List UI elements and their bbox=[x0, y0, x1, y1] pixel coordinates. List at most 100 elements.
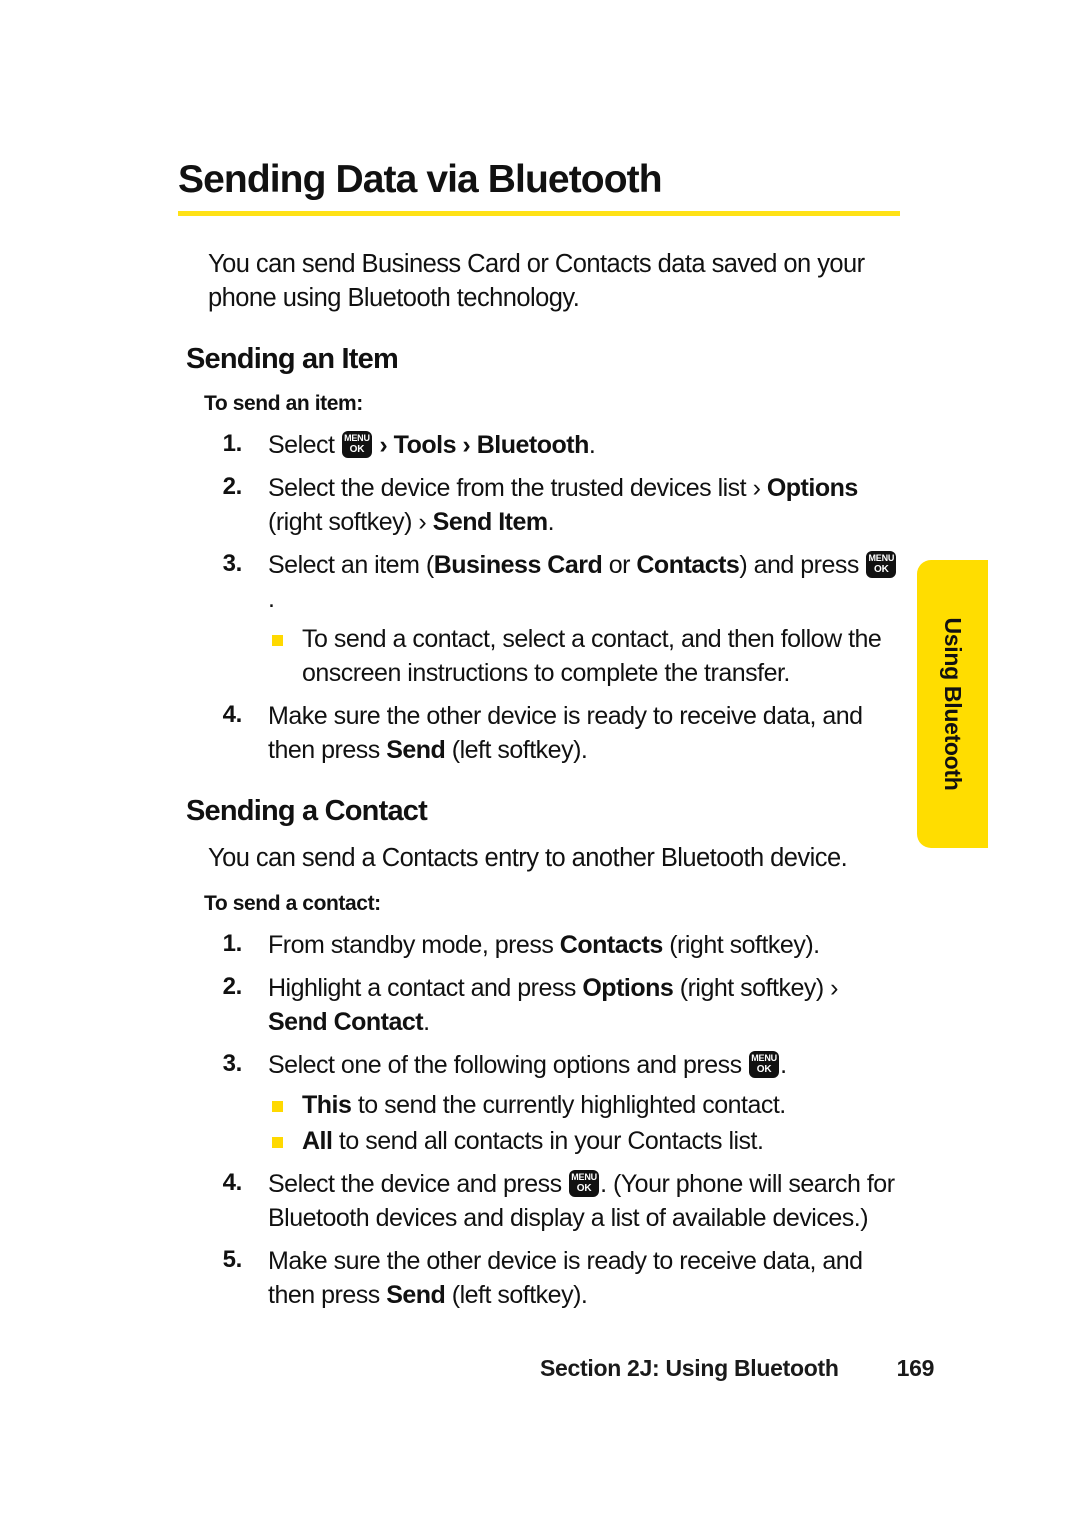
list-item: All to send all contacts in your Contact… bbox=[268, 1124, 898, 1158]
square-bullet-icon bbox=[272, 1100, 283, 1112]
body-text: From standby mode, press bbox=[268, 930, 560, 959]
bullet-text: This to send the currently highlighted c… bbox=[302, 1091, 786, 1119]
body-text: . bbox=[423, 1007, 430, 1036]
menu-ok-key-bottom-label: OK bbox=[874, 564, 889, 576]
menu-ok-key-bottom-label: OK bbox=[756, 1063, 772, 1075]
list-item: 2. Select the device from the trusted dev… bbox=[208, 471, 898, 539]
sub-bullet-list: This to send the currently highlighted c… bbox=[268, 1088, 898, 1158]
body-text: To send a contact, select a contact, and… bbox=[302, 625, 882, 688]
section-heading-sending-an-item: Sending an Item bbox=[186, 343, 399, 376]
body-text: (right softkey) › bbox=[673, 973, 839, 1002]
bullet-text: All to send all contacts in your Contact… bbox=[302, 1126, 764, 1155]
footer-section-label: Section 2J: Using Bluetooth bbox=[540, 1355, 839, 1381]
step-text: Highlight a contact and press Options (r… bbox=[268, 974, 838, 1036]
step-text: Select the device from the trusted devic… bbox=[268, 474, 858, 536]
list-item: This to send the currently highlighted c… bbox=[268, 1088, 898, 1122]
step-number: 1. bbox=[222, 929, 243, 957]
step-number: 2. bbox=[222, 473, 243, 501]
body-text: to send all contacts in your Contacts li… bbox=[332, 1126, 764, 1155]
list-item: 4. Make sure the other device is ready to… bbox=[208, 699, 898, 767]
list-item: 3. Select one of the following options an… bbox=[208, 1048, 898, 1158]
body-text: . bbox=[588, 431, 596, 460]
emphasis-text: › bbox=[379, 431, 394, 460]
manual-page: Sending Data via Bluetooth You can send … bbox=[0, 0, 1080, 1526]
menu-ok-key-top-label: MENU bbox=[868, 553, 895, 564]
emphasis-text: Tools bbox=[393, 431, 457, 460]
emphasis-text: Send Contact bbox=[268, 1007, 424, 1036]
sub-bullet-list: To send a contact, select a contact, and… bbox=[268, 622, 898, 690]
emphasis-text: Send Item bbox=[432, 508, 548, 537]
list-item: 5. Make sure the other device is ready to… bbox=[208, 1244, 898, 1312]
step-text: Make sure the other device is ready to r… bbox=[268, 1247, 863, 1309]
menu-ok-key-icon: MENU OK bbox=[569, 1169, 600, 1197]
menu-ok-key-icon: MENU OK bbox=[341, 431, 372, 459]
step-number: 2. bbox=[222, 972, 243, 1000]
step-number: 3. bbox=[222, 550, 243, 578]
emphasis-text: This bbox=[302, 1090, 352, 1119]
emphasis-text: Contacts bbox=[559, 930, 663, 959]
emphasis-text: Send bbox=[386, 1280, 446, 1309]
menu-ok-key-top-label: MENU bbox=[751, 1052, 777, 1063]
page-title-block: Sending Data via Bluetooth bbox=[178, 158, 902, 216]
step-text: Select one of the following options and … bbox=[268, 1050, 787, 1079]
body-text: Select the device and press bbox=[268, 1169, 569, 1198]
menu-ok-key-top-label: MENU bbox=[344, 433, 370, 444]
emphasis-text: Send bbox=[386, 736, 446, 765]
step-number: 4. bbox=[222, 1168, 243, 1196]
step-number: 5. bbox=[222, 1245, 243, 1273]
step-text: From standby mode, press Contacts (right… bbox=[268, 931, 820, 959]
step-number: 4. bbox=[222, 701, 243, 729]
list-item: 1. From standby mode, press Contacts (rig… bbox=[208, 928, 898, 962]
body-text: or bbox=[602, 551, 637, 580]
emphasis-text: Options bbox=[766, 474, 858, 503]
body-text: (left softkey). bbox=[445, 1280, 588, 1309]
emphasis-text: Options bbox=[582, 973, 674, 1002]
page-content: You can send Business Card or Contacts d… bbox=[186, 248, 898, 1321]
list-item: 3. Select an item (Business Card or Conta… bbox=[208, 548, 898, 690]
list-item: 4. Select the device and press MENU OK. (Y… bbox=[208, 1167, 898, 1235]
step-text: Select an item (Business Card or Contact… bbox=[268, 551, 897, 613]
body-text: Select one of the following options and … bbox=[268, 1050, 749, 1079]
body-text: . bbox=[547, 508, 555, 537]
emphasis-text: Business Card bbox=[433, 551, 603, 580]
procedure-lead-to-send-a-contact: To send a contact: bbox=[204, 891, 381, 915]
menu-ok-key-bottom-label: OK bbox=[349, 444, 365, 456]
page-footer: Section 2J: Using Bluetooth 169 bbox=[540, 1355, 960, 1382]
emphasis-text: Bluetooth bbox=[476, 431, 590, 460]
step-number: 1. bbox=[222, 430, 243, 458]
square-bullet-icon bbox=[272, 635, 283, 647]
step-text: Select MENU OK › Tools › Bluetooth. bbox=[268, 431, 596, 460]
title-accent-rule bbox=[178, 210, 900, 216]
body-text: (right softkey). bbox=[662, 930, 820, 959]
sending-a-contact-step-list: 1. From standby mode, press Contacts (rig… bbox=[208, 928, 898, 1312]
list-item: 2. Highlight a contact and press Options … bbox=[208, 971, 898, 1039]
section-heading-sending-a-contact: Sending a Contact bbox=[186, 795, 428, 828]
bullet-text: To send a contact, select a contact, and… bbox=[302, 625, 882, 688]
sending-an-item-step-list: 1. Select MENU OK › Tools › Bluetooth. 2. Se… bbox=[208, 428, 898, 767]
menu-ok-key-icon: MENU OK bbox=[866, 551, 897, 579]
body-text: Highlight a contact and press bbox=[268, 973, 583, 1002]
body-text: ) and press bbox=[739, 551, 866, 580]
body-text: Select bbox=[268, 431, 341, 460]
menu-ok-key-top-label: MENU bbox=[571, 1171, 597, 1182]
square-bullet-icon bbox=[272, 1136, 283, 1148]
body-text: (right softkey) › bbox=[268, 508, 433, 537]
step-number: 3. bbox=[222, 1049, 243, 1077]
body-text: . bbox=[780, 1050, 787, 1079]
side-thumb-tab-label: Using Bluetooth bbox=[940, 617, 966, 791]
step-text: Select the device and press MENU OK. (You… bbox=[268, 1169, 895, 1232]
procedure-lead-to-send-an-item: To send an item: bbox=[204, 392, 363, 416]
side-thumb-tab: Using Bluetooth bbox=[917, 560, 988, 848]
list-item: To send a contact, select a contact, and… bbox=[268, 622, 898, 690]
intro-paragraph: You can send Business Card or Contacts d… bbox=[208, 250, 865, 312]
page-title: Sending Data via Bluetooth bbox=[178, 158, 663, 201]
body-text: to send the currently highlighted contac… bbox=[351, 1090, 786, 1119]
step-text: Make sure the other device is ready to r… bbox=[268, 702, 863, 764]
section-intro-sending-a-contact: You can send a Contacts entry to another… bbox=[208, 844, 848, 873]
footer-page-number: 169 bbox=[896, 1355, 935, 1381]
body-text: Select the device from the trusted devic… bbox=[268, 474, 767, 503]
emphasis-text: › bbox=[455, 431, 477, 460]
body-text: (left softkey). bbox=[445, 736, 588, 765]
menu-ok-key-bottom-label: OK bbox=[576, 1182, 592, 1194]
emphasis-text: All bbox=[302, 1126, 333, 1155]
